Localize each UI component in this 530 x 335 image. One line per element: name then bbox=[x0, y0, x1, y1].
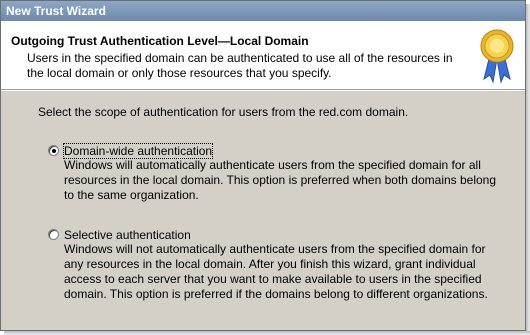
wizard-body: Select the scope of authentication for u… bbox=[1, 91, 525, 331]
page-subtitle: Users in the specified domain can be aut… bbox=[27, 51, 453, 80]
option-domain-wide-label[interactable]: Domain-wide authentication bbox=[62, 143, 214, 159]
option-domain-wide[interactable]: Domain-wide authentication Windows will … bbox=[48, 143, 508, 224]
window-shadow-bottom bbox=[4, 331, 530, 335]
radio-selective[interactable] bbox=[48, 229, 59, 240]
radio-selected-dot bbox=[52, 149, 56, 153]
intro-text: Select the scope of authentication for u… bbox=[38, 105, 409, 119]
window-shadow-right bbox=[526, 4, 530, 335]
option-selective-description: Windows will not automatically authentic… bbox=[64, 242, 488, 301]
radio-domain-wide[interactable] bbox=[48, 145, 59, 156]
wizard-window: New Trust Wizard Outgoing Trust Authenti… bbox=[0, 0, 526, 331]
window-title: New Trust Wizard bbox=[6, 4, 106, 18]
option-domain-wide-description: Windows will automatically authenticate … bbox=[64, 158, 497, 202]
page-title: Outgoing Trust Authentication Level—Loca… bbox=[11, 34, 309, 48]
option-selective-label[interactable]: Selective authentication bbox=[64, 228, 191, 242]
title-bar[interactable]: New Trust Wizard bbox=[1, 1, 525, 21]
wizard-header: Outgoing Trust Authentication Level—Loca… bbox=[1, 21, 525, 89]
certificate-ribbon-icon bbox=[480, 29, 514, 84]
option-selective[interactable]: Selective authentication Windows will no… bbox=[48, 228, 508, 328]
